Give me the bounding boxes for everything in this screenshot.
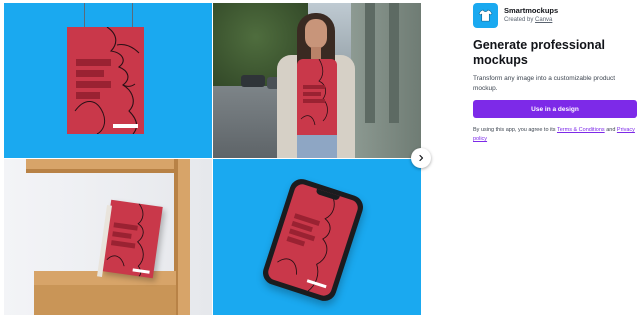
creator-prefix: Created by (504, 17, 536, 23)
app-icon (473, 3, 498, 28)
building-wall (351, 3, 421, 158)
phone-mockup (259, 175, 367, 305)
chevron-right-icon (419, 154, 424, 162)
hanging-wire (132, 3, 133, 29)
gallery-tile-phone[interactable] (213, 159, 421, 315)
gallery-tile-poster[interactable] (4, 3, 212, 158)
tshirt-icon (478, 9, 493, 22)
poster-artwork (67, 27, 144, 134)
app-description: Transform any image into a customizable … (473, 75, 616, 92)
mockup-gallery (4, 3, 421, 315)
gallery-tile-tshirt[interactable] (213, 3, 421, 158)
shelf-board (34, 271, 176, 285)
legal-middle: and (604, 127, 617, 133)
parked-car (241, 75, 265, 87)
app-info-panel: Smartmockups Created by Canva Generate p… (473, 3, 637, 144)
tshirt-artwork (297, 59, 337, 137)
app-creator: Created by Canva (504, 16, 558, 25)
app-name: Smartmockups (504, 6, 559, 15)
person-face (305, 19, 327, 49)
creator-link[interactable]: Canva (535, 17, 552, 23)
legal-prefix: By using this app, you agree to its (473, 127, 557, 133)
terms-link[interactable]: Terms & Conditions (557, 127, 605, 133)
page-title: Generate professional mockups (473, 38, 605, 67)
app-header: Smartmockups Created by Canva (473, 3, 637, 28)
gallery-next-button[interactable] (411, 148, 431, 168)
shelf-board (26, 159, 186, 169)
hanging-wire (84, 3, 85, 29)
person-jeans (297, 135, 337, 158)
legal-notice: By using this app, you agree to its Term… (473, 126, 637, 144)
use-in-design-button[interactable]: Use in a design (473, 100, 637, 118)
gallery-tile-book[interactable] (4, 159, 212, 315)
phone-screen-artwork (266, 182, 360, 298)
